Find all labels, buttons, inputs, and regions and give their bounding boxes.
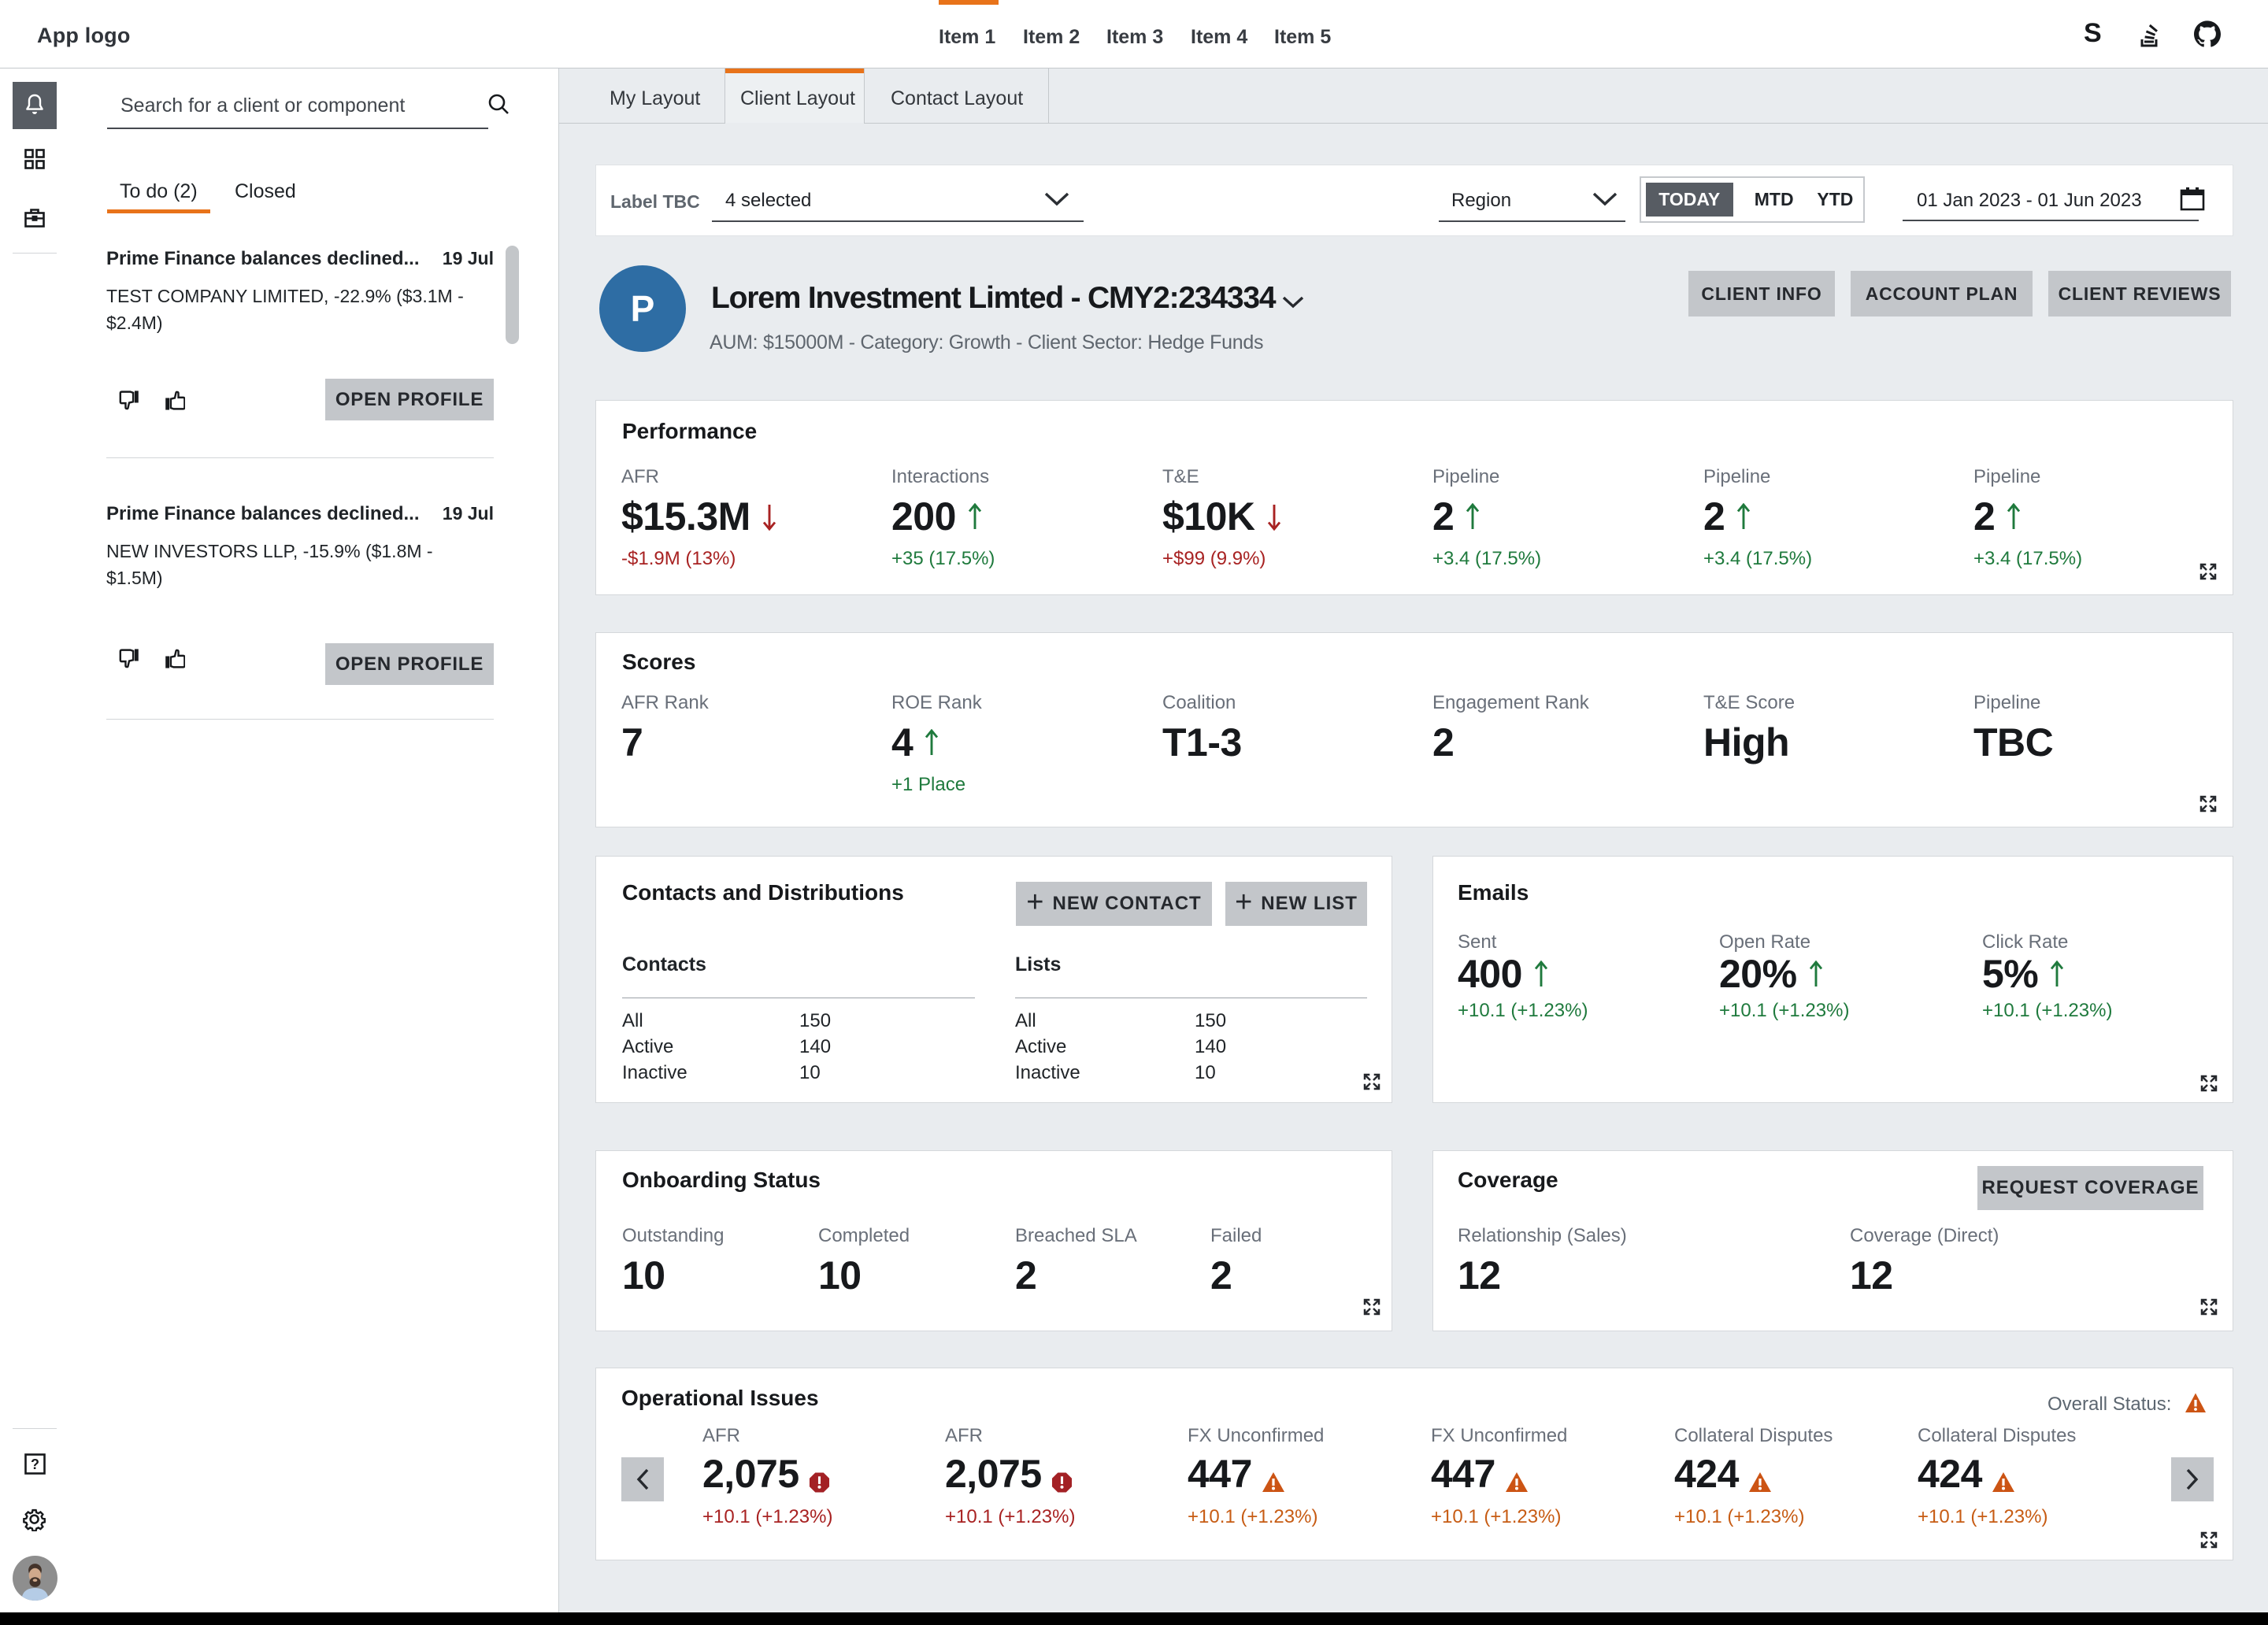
svg-text:?: ? [31, 1457, 39, 1472]
